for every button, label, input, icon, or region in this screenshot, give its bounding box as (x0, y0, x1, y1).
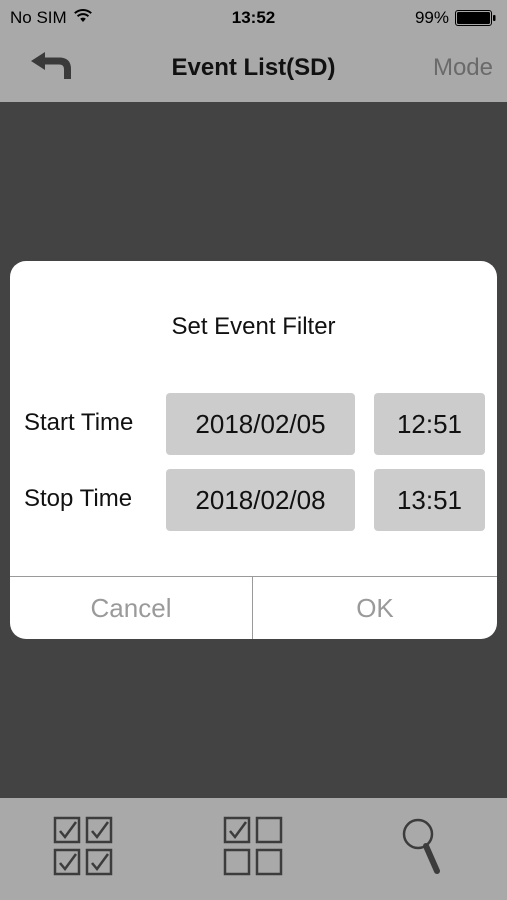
stop-date-value: 2018/02/08 (195, 484, 326, 515)
start-date-field[interactable]: 2018/02/05 (166, 393, 355, 455)
start-date-value: 2018/02/05 (195, 408, 326, 439)
page-title: Event List(SD) (171, 54, 336, 81)
select-partial-icon (222, 815, 284, 882)
search-button[interactable] (390, 816, 454, 880)
stop-date-field[interactable]: 2018/02/08 (166, 469, 355, 531)
status-bar: No SIM 13:52 99% (0, 0, 507, 36)
start-time-label: Start Time (24, 409, 134, 436)
stop-time-label: Stop Time (24, 485, 133, 512)
status-battery-group: 99% (415, 8, 497, 28)
stop-time-field[interactable]: 13:51 (374, 469, 485, 531)
navigation-bar: Event List(SD) Mode (0, 36, 507, 102)
ok-button[interactable]: OK (253, 577, 497, 639)
ok-label: OK (356, 592, 394, 623)
cancel-label: Cancel (90, 592, 172, 623)
select-partial-button[interactable] (221, 816, 285, 880)
stop-time-value: 13:51 (396, 484, 463, 515)
bottom-toolbar (0, 798, 507, 900)
dialog-title: Set Event Filter (171, 313, 336, 340)
select-all-icon (52, 815, 114, 882)
event-filter-dialog: Set Event Filter Start Time 2018/02/05 1… (10, 261, 497, 639)
start-time-field[interactable]: 12:51 (374, 393, 485, 455)
search-icon (397, 815, 447, 882)
select-all-button[interactable] (51, 816, 115, 880)
cancel-button[interactable]: Cancel (10, 577, 252, 639)
battery-percent: 99% (414, 8, 449, 27)
mode-button[interactable]: Mode (433, 54, 493, 82)
top-bar-background: No SIM 13:52 99% Event List(SD) Mode (0, 0, 507, 102)
battery-icon (455, 10, 497, 26)
start-time-value: 12:51 (396, 408, 463, 439)
